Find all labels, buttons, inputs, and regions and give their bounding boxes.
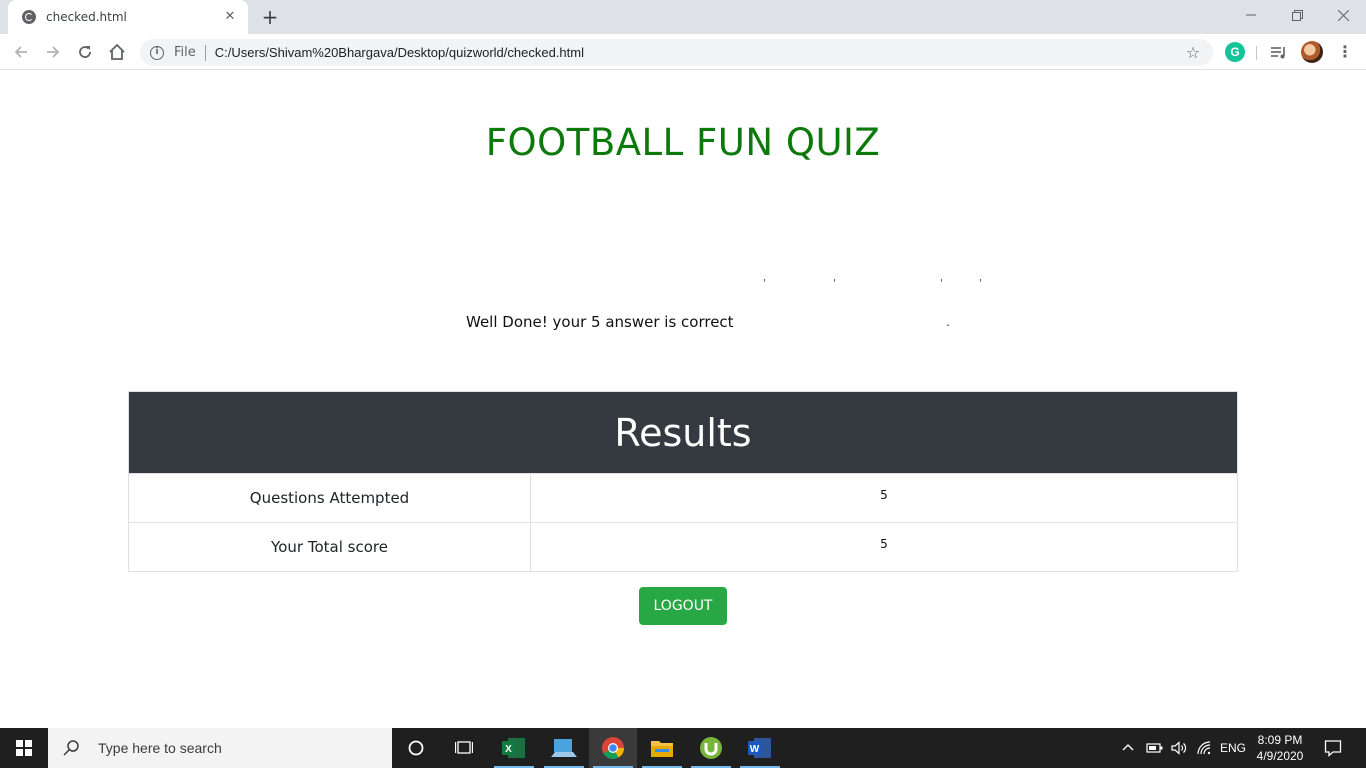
forward-arrow-icon xyxy=(47,46,60,58)
reload-icon xyxy=(79,46,91,58)
tab-title: checked.html xyxy=(46,10,127,24)
globe-icon xyxy=(22,10,36,24)
table-row: Your Total score 5 xyxy=(129,522,1237,571)
row-value: 5 xyxy=(880,537,888,551)
omnibox-divider xyxy=(204,44,206,61)
search-placeholder: Type here to search xyxy=(98,740,222,756)
back-button[interactable] xyxy=(8,39,34,65)
info-icon[interactable]: i xyxy=(150,45,164,60)
stray-mark: ' xyxy=(763,278,766,289)
cortana-button[interactable] xyxy=(392,728,440,768)
more-menu-icon[interactable]: ⋮ xyxy=(1335,42,1355,62)
home-button[interactable] xyxy=(104,39,130,65)
security-label: File xyxy=(174,45,196,60)
home-icon xyxy=(109,43,125,60)
windows-logo-icon xyxy=(16,740,32,756)
row-label: Your Total score xyxy=(129,523,531,571)
window-controls xyxy=(1228,0,1366,30)
url-text[interactable]: C:/Users/Shivam%20Bhargava/Desktop/quizw… xyxy=(215,45,1183,60)
result-message: Well Done! your 5 answer is correct xyxy=(466,313,734,331)
chrome-taskbar-button[interactable] xyxy=(589,728,637,768)
wifi-icon xyxy=(1197,741,1211,755)
close-window-button[interactable] xyxy=(1320,0,1366,30)
cortana-icon xyxy=(408,740,424,756)
address-bar[interactable]: i File C:/Users/Shivam%20Bhargava/Deskto… xyxy=(140,39,1213,66)
clock-time: 8:09 PM xyxy=(1257,733,1303,747)
word-icon: W xyxy=(748,738,771,758)
language-indicator[interactable]: ENG xyxy=(1220,741,1246,755)
file-explorer-taskbar-button[interactable] xyxy=(638,728,686,768)
results-table: Results Questions Attempted 5 Your Total… xyxy=(128,391,1238,572)
task-view-icon xyxy=(455,741,473,754)
grammarly-extension-icon[interactable]: G xyxy=(1225,42,1245,62)
utorrent-icon xyxy=(700,737,722,759)
stray-mark: ' xyxy=(940,278,943,289)
windows-taskbar: Type here to search X W ENG 8:09 PM 4/9/… xyxy=(0,728,1366,768)
reload-button[interactable] xyxy=(72,39,98,65)
logout-button[interactable]: LOGOUT xyxy=(639,587,727,625)
taskbar-search-box[interactable]: Type here to search xyxy=(48,728,392,768)
close-icon xyxy=(1337,9,1349,21)
taskbar-clock[interactable]: 8:09 PM 4/9/2020 xyxy=(1250,732,1310,764)
notification-icon xyxy=(1324,740,1342,757)
word-taskbar-button[interactable]: W xyxy=(736,728,784,768)
task-view-button[interactable] xyxy=(440,728,488,768)
row-label: Questions Attempted xyxy=(129,474,531,522)
results-heading: Results xyxy=(129,392,1237,473)
close-tab-icon[interactable]: ✕ xyxy=(222,9,238,25)
action-center-button[interactable] xyxy=(1310,728,1356,768)
svg-text:W: W xyxy=(750,744,760,755)
start-button[interactable] xyxy=(0,728,48,768)
stray-mark: ' xyxy=(833,278,836,289)
search-icon xyxy=(63,740,79,756)
profile-avatar[interactable] xyxy=(1301,41,1323,63)
forward-button[interactable] xyxy=(40,39,66,65)
browser-tab-strip: checked.html ✕ + xyxy=(0,0,1366,34)
minimize-button[interactable] xyxy=(1228,0,1274,30)
stray-mark: . xyxy=(946,315,950,329)
svg-text:X: X xyxy=(505,744,512,755)
page-content: FOOTBALL FUN QUIZ ' ' ' ' Well Done! you… xyxy=(0,71,1366,728)
desktop-app-taskbar-button[interactable] xyxy=(540,728,588,768)
folder-icon xyxy=(651,741,673,757)
media-controls-icon[interactable] xyxy=(1269,42,1289,62)
browser-tab[interactable]: checked.html ✕ xyxy=(8,0,248,34)
chrome-icon xyxy=(602,737,624,759)
row-value: 5 xyxy=(880,488,888,502)
new-tab-button[interactable]: + xyxy=(258,6,282,28)
excel-taskbar-button[interactable]: X xyxy=(490,728,538,768)
excel-icon: X xyxy=(502,738,525,758)
page-title: FOOTBALL FUN QUIZ xyxy=(485,121,881,164)
utorrent-taskbar-button[interactable] xyxy=(687,728,735,768)
toolbar-divider xyxy=(1256,46,1257,60)
battery-icon xyxy=(1146,743,1163,753)
minimize-icon xyxy=(1246,14,1256,16)
volume-icon xyxy=(1171,741,1187,755)
browser-toolbar: i File C:/Users/Shivam%20Bhargava/Deskto… xyxy=(0,34,1366,70)
back-arrow-icon xyxy=(14,46,27,58)
bookmark-star-icon[interactable]: ☆ xyxy=(1183,43,1203,63)
clock-date: 4/9/2020 xyxy=(1256,749,1304,763)
system-tray: ENG xyxy=(1120,728,1246,768)
pc-icon xyxy=(551,739,577,757)
stray-mark: ' xyxy=(979,278,982,289)
chevron-up-icon xyxy=(1122,744,1134,751)
restore-button[interactable] xyxy=(1274,0,1320,30)
table-row: Questions Attempted 5 xyxy=(129,473,1237,522)
restore-icon xyxy=(1291,9,1303,21)
